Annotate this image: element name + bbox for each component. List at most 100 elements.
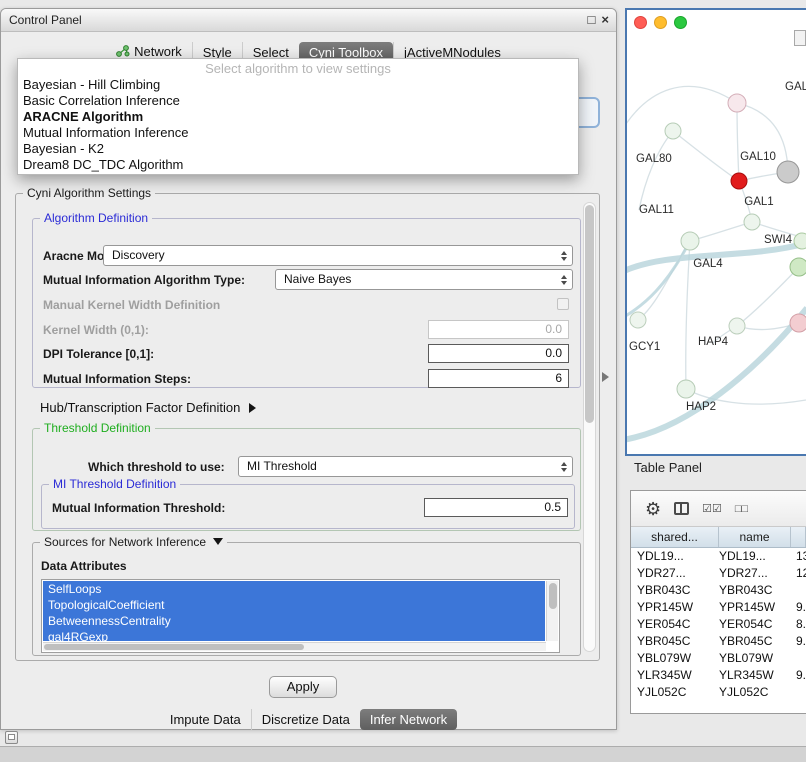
- columns-icon[interactable]: [674, 502, 689, 515]
- algorithm-item[interactable]: Mutual Information Inference: [18, 125, 578, 141]
- close-panel-icon[interactable]: ×: [601, 12, 609, 28]
- control-panel-window: Control Panel □ × Network Style Select C…: [0, 8, 617, 730]
- algorithm-dropdown-popup: Select algorithm to view settings Bayesi…: [17, 58, 579, 175]
- attribute-item[interactable]: BetweennessCentrality: [43, 613, 545, 629]
- data-attributes-label: Data Attributes: [41, 559, 127, 573]
- table-row[interactable]: YPR145WYPR145W9.: [631, 599, 806, 616]
- network-node[interactable]: [677, 380, 695, 398]
- which-threshold-label: Which threshold to use:: [88, 460, 225, 474]
- table-row[interactable]: YBR045CYBR045C9.: [631, 633, 806, 650]
- manual-kernel-label: Manual Kernel Width Definition: [43, 298, 220, 312]
- algorithm-item[interactable]: Dream8 DC_TDC Algorithm: [18, 157, 578, 173]
- sources-group-title[interactable]: Sources for Network Inference: [40, 535, 227, 549]
- table-header: shared... name: [631, 527, 806, 548]
- gear-icon[interactable]: ⚙: [645, 500, 661, 518]
- table-row[interactable]: YDL19...YDL19...13: [631, 548, 806, 565]
- algorithm-item[interactable]: Bayesian - K2: [18, 141, 578, 157]
- hub-transcription-section[interactable]: Hub/Transcription Factor Definition: [40, 400, 256, 415]
- aracne-mode-select[interactable]: Discovery: [103, 245, 573, 266]
- network-node[interactable]: [728, 94, 746, 112]
- apply-button[interactable]: Apply: [269, 676, 337, 698]
- mi-threshold-field[interactable]: 0.5: [424, 498, 568, 517]
- expand-right-icon[interactable]: [249, 403, 256, 413]
- attributes-horizontal-scrollbar[interactable]: [43, 642, 546, 651]
- table-row[interactable]: YBL079WYBL079W: [631, 650, 806, 667]
- collapse-down-icon[interactable]: [213, 538, 223, 545]
- cyni-algorithm-settings-group: Cyni Algorithm Settings Algorithm Defini…: [15, 193, 600, 661]
- attribute-item[interactable]: gal4RGexp: [43, 629, 545, 641]
- tab-infer-network[interactable]: Infer Network: [360, 709, 457, 730]
- dpi-tolerance-label: DPI Tolerance [0,1]:: [43, 347, 154, 361]
- deselect-all-icon[interactable]: □□: [735, 503, 748, 515]
- network-node[interactable]: [790, 258, 806, 276]
- network-node[interactable]: [744, 214, 760, 230]
- table-row[interactable]: YBR043CYBR043C: [631, 582, 806, 599]
- algorithm-item[interactable]: Basic Correlation Inference: [18, 93, 578, 109]
- tab-impute-data[interactable]: Impute Data: [160, 709, 251, 730]
- table-panel-title: Table Panel: [634, 460, 702, 475]
- control-panel-titlebar: Control Panel □ ×: [1, 9, 616, 32]
- control-panel-title: Control Panel: [9, 13, 82, 27]
- threshold-definition-group: Threshold Definition Which threshold to …: [32, 428, 581, 531]
- sources-title-label: Sources for Network Inference: [44, 535, 206, 549]
- network-node[interactable]: [729, 318, 745, 334]
- mi-type-label: Mutual Information Algorithm Type:: [43, 273, 245, 287]
- algorithm-item[interactable]: Bayesian - Hill Climbing: [18, 77, 578, 93]
- attribute-item[interactable]: TopologicalCoefficient: [43, 597, 545, 613]
- network-node-red[interactable]: [731, 173, 747, 189]
- algorithm-item-aracne[interactable]: ARACNE Algorithm: [18, 109, 578, 125]
- node-label: GCY1: [629, 341, 660, 353]
- node-label: HAP4: [698, 336, 729, 348]
- attributes-vscroll-thumb[interactable]: [549, 583, 557, 609]
- settings-scrollbar-thumb[interactable]: [585, 205, 594, 423]
- column-header-partial[interactable]: [791, 527, 806, 547]
- node-label: GAL: [785, 81, 806, 93]
- kernel-width-label: Kernel Width (0,1):: [43, 323, 149, 337]
- float-window-icon[interactable]: □: [588, 12, 596, 28]
- mi-threshold-label: Mutual Information Threshold:: [52, 501, 225, 515]
- network-node[interactable]: [665, 123, 681, 139]
- cyni-bottom-tabs: Impute Data Discretize Data Infer Networ…: [1, 707, 616, 731]
- mi-steps-label: Mutual Information Steps:: [43, 372, 191, 386]
- mi-threshold-group-title: MI Threshold Definition: [49, 477, 180, 491]
- dropdown-arrows-icon: [561, 251, 567, 261]
- node-label: GAL1: [744, 196, 773, 208]
- column-header-shared-name[interactable]: shared...: [631, 527, 719, 547]
- network-node[interactable]: [790, 314, 806, 332]
- network-node[interactable]: [681, 232, 699, 250]
- panel-collapse-arrow-icon[interactable]: [602, 372, 609, 382]
- select-all-icon[interactable]: ☑☑: [702, 502, 722, 515]
- node-label: GAL10: [740, 151, 776, 163]
- float-panel-icon[interactable]: [5, 731, 18, 744]
- aracne-mode-value: Discovery: [112, 248, 165, 262]
- dpi-tolerance-field[interactable]: 0.0: [428, 344, 569, 363]
- table-row[interactable]: YER054CYER054C8.: [631, 616, 806, 633]
- network-node[interactable]: [777, 161, 799, 183]
- attributes-vertical-scrollbar[interactable]: [546, 581, 558, 641]
- table-row[interactable]: YDR27...YDR27...12: [631, 565, 806, 582]
- which-threshold-select[interactable]: MI Threshold: [238, 456, 573, 477]
- column-header-name[interactable]: name: [719, 527, 791, 547]
- dropdown-arrows-icon: [561, 275, 567, 285]
- algorithm-definition-group: Algorithm Definition Aracne Mode: Discov…: [32, 218, 581, 388]
- network-node[interactable]: [630, 312, 646, 328]
- table-row[interactable]: YLR345WYLR345W9.: [631, 667, 806, 684]
- node-label: GAL80: [636, 153, 672, 165]
- node-label: HAP2: [686, 401, 716, 413]
- network-node[interactable]: [794, 233, 806, 249]
- tab-discretize-data[interactable]: Discretize Data: [251, 709, 360, 730]
- settings-scrollbar[interactable]: [583, 202, 596, 652]
- mi-threshold-group: MI Threshold Definition Mutual Informati…: [41, 484, 575, 529]
- attributes-hscroll-thumb[interactable]: [44, 644, 304, 650]
- table-row[interactable]: YJL052CYJL052C: [631, 684, 806, 701]
- network-canvas[interactable]: GAL GAL80 GAL10 GAL11 GAL1 SWI4 GAL4 GCY…: [627, 10, 806, 454]
- mi-steps-field[interactable]: 6: [428, 369, 569, 388]
- hub-transcription-label: Hub/Transcription Factor Definition: [40, 400, 240, 415]
- attribute-item[interactable]: SelfLoops: [43, 581, 545, 597]
- dropdown-arrows-icon: [561, 462, 567, 472]
- mi-type-select[interactable]: Naive Bayes: [275, 269, 573, 290]
- table-toolbar: ⚙ ☑☑ □□: [631, 491, 806, 527]
- tab-network-label: Network: [134, 44, 182, 59]
- node-label: SWI4: [764, 234, 793, 246]
- sources-group: Sources for Network Inference Data Attri…: [32, 542, 581, 656]
